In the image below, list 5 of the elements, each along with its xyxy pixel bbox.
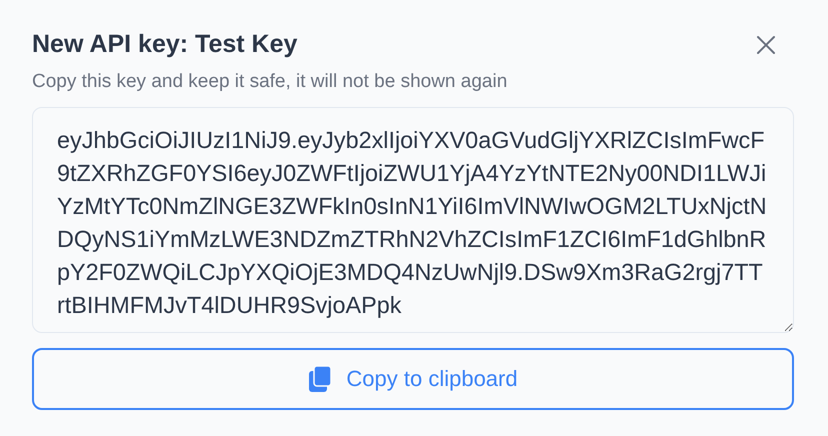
clipboard-icon [308, 365, 332, 393]
copy-button[interactable]: Copy to clipboard [32, 348, 794, 410]
dialog-title: New API key: Test Key [32, 30, 298, 59]
dialog-description: Copy this key and keep it safe, it will not be shown again [32, 71, 508, 93]
api-key-field[interactable]: eyJhbGciOiJIUzI1NiJ9.eyJyb2xlIjoiYXV0aGVudGljYXRlZCIsImFwcF9tZXRhZGF0YSI6eyJ0ZWFtIjoiZWU1YjA4YzYtNTE2Ny00NDI1LWJiYzMtYTc0NmZlNGE3ZWFkIn0sInN1YiI6ImVlNWIwOGM2LTUxNjctNDQyNS1iYmMzLWE3NDZmZTRhN2VhZCIsImF1ZCI6ImF1dGhlbnRpY2F0ZWQiLCJpYXQiOjE3MDQ4NzUwNjl9.DSw9Xm3RaG2rgj7TTrtBIHMFMJvT4lDUHR9SvjoAPpk [32, 107, 794, 333]
